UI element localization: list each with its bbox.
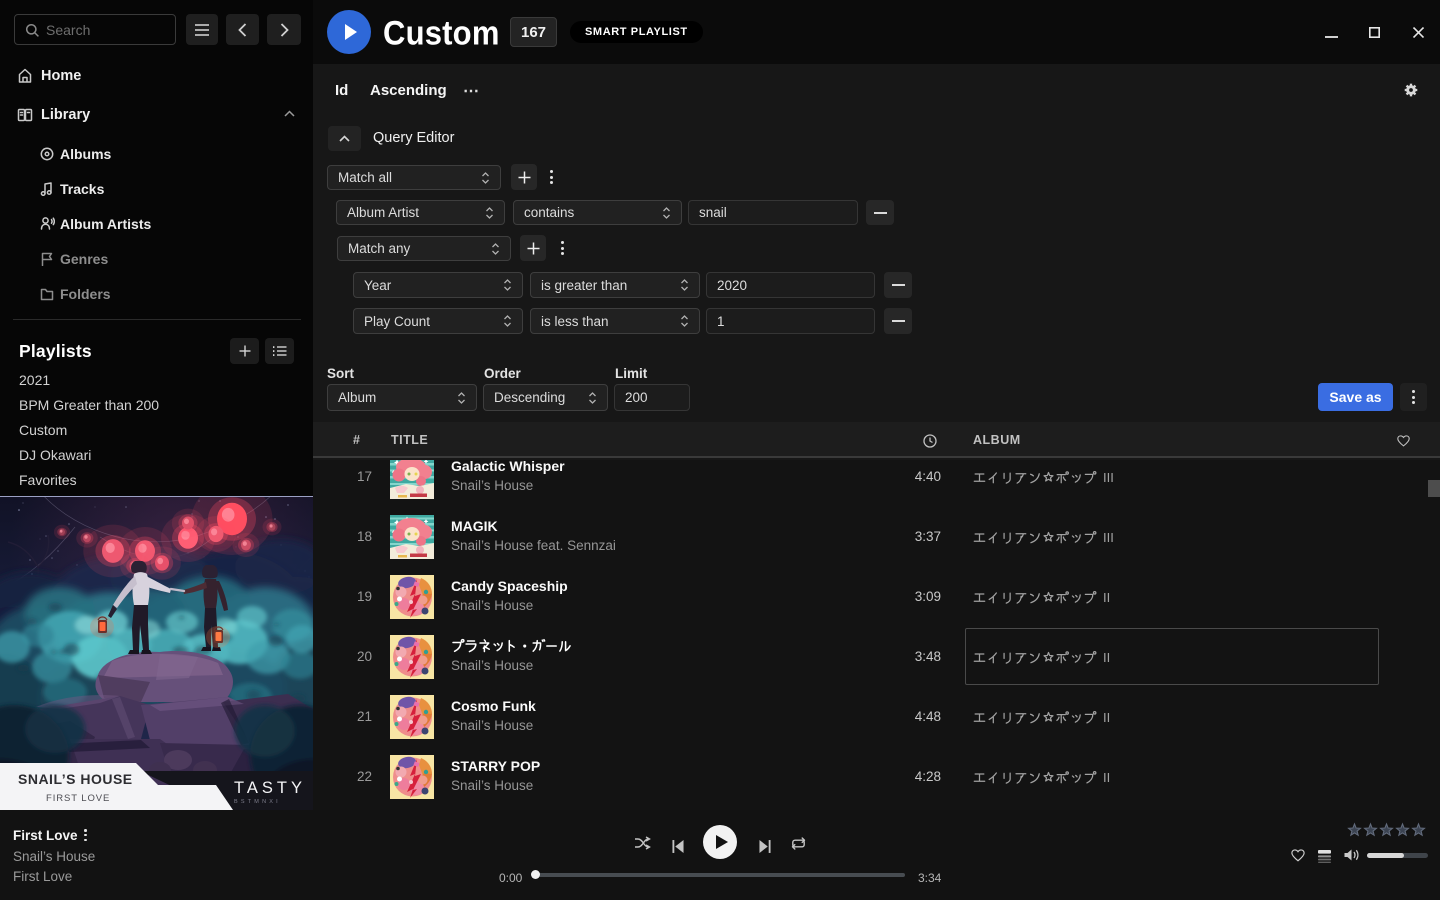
svg-text:SNAIL’S HOUSE: SNAIL’S HOUSE <box>18 771 133 787</box>
svg-text:TASTY: TASTY <box>234 779 306 797</box>
svg-text:FIRST LOVE: FIRST LOVE <box>46 793 110 804</box>
svg-text:BSTMNXI: BSTMNXI <box>234 799 281 805</box>
